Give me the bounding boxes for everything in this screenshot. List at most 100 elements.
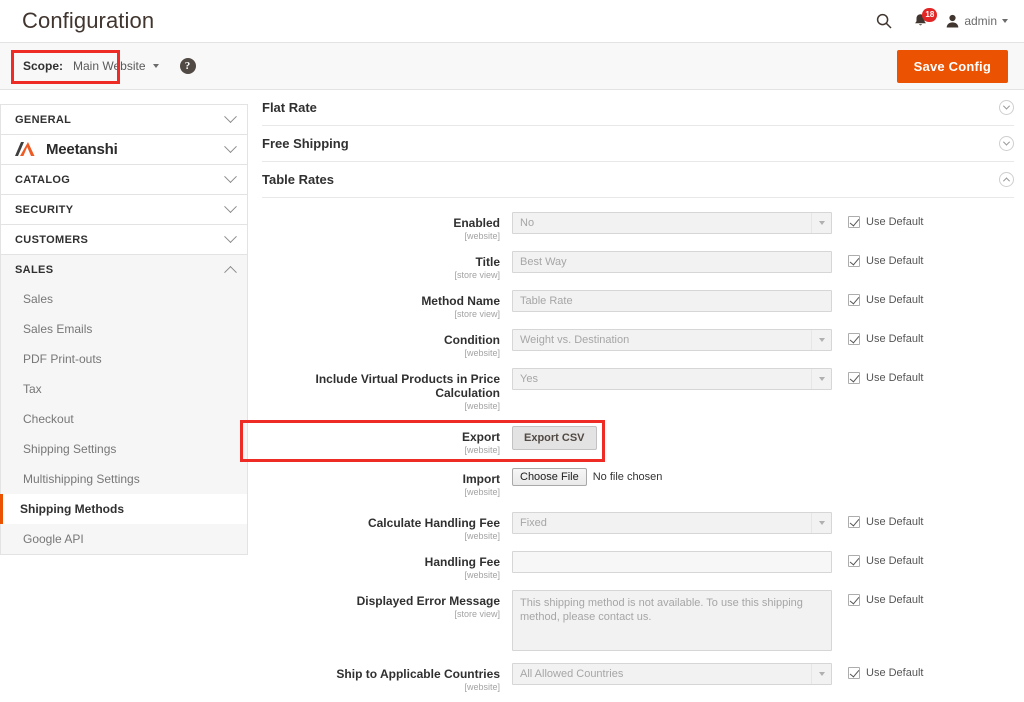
use-default-label: Use Default (866, 594, 924, 606)
sidebar-item-checkout[interactable]: Checkout (1, 404, 247, 434)
field-row-export: Export [website] Export CSV (262, 426, 1014, 456)
sidebar-item-label: Shipping Settings (23, 442, 117, 456)
field-label-handling-fee: Handling Fee [website] (424, 555, 500, 580)
section-header-table-rates[interactable]: Table Rates (262, 162, 1014, 198)
page-body: GENERAL Meetanshi CATALOG SECURITY CUSTO… (0, 90, 1024, 692)
use-default-checkbox[interactable] (848, 255, 860, 267)
config-sidebar: GENERAL Meetanshi CATALOG SECURITY CUSTO… (0, 90, 248, 555)
chevron-down-icon (224, 230, 237, 244)
chevron-down-icon (224, 110, 237, 124)
section-header-flat-rate[interactable]: Flat Rate (262, 90, 1014, 126)
chevron-down-icon (811, 369, 831, 389)
field-row-handling-fee: Handling Fee [website] Use Default (262, 551, 1014, 581)
sidebar-section-catalog[interactable]: CATALOG (0, 164, 248, 194)
user-avatar-icon (947, 14, 959, 28)
field-label-condition: Condition [website] (444, 333, 500, 358)
meetanshi-logo: Meetanshi (15, 141, 118, 158)
ship-to-applicable-countries-select[interactable]: All Allowed Countries (512, 663, 832, 685)
use-default-checkbox[interactable] (848, 516, 860, 528)
use-default-label: Use Default (866, 372, 924, 384)
section-title: Free Shipping (262, 136, 349, 151)
chevron-down-icon (152, 64, 159, 68)
export-csv-button[interactable]: Export CSV (512, 426, 597, 450)
sidebar-item-sales-emails[interactable]: Sales Emails (1, 314, 247, 344)
scope-switcher[interactable]: Scope: Main Website (14, 52, 168, 80)
scope-value-dropdown[interactable]: Main Website (73, 59, 159, 73)
sidebar-section-sales[interactable]: SALES (0, 254, 248, 284)
use-default-method-name[interactable]: Use Default (848, 290, 923, 306)
chevron-down-icon (1002, 19, 1008, 23)
search-icon[interactable] (874, 11, 894, 31)
sidebar-section-general[interactable]: GENERAL (0, 104, 248, 134)
use-default-label: Use Default (866, 516, 924, 528)
use-default-checkbox[interactable] (848, 594, 860, 606)
use-default-label: Use Default (866, 255, 924, 267)
sidebar-item-shipping-methods[interactable]: Shipping Methods (0, 494, 247, 524)
meetanshi-logo-icon (15, 142, 35, 156)
use-default-enabled[interactable]: Use Default (848, 212, 923, 228)
sidebar-item-label: Multishipping Settings (23, 472, 140, 486)
method-name-input[interactable]: Table Rate (512, 290, 832, 312)
sidebar-item-pdf-print-outs[interactable]: PDF Print-outs (1, 344, 247, 374)
chevron-up-icon (999, 172, 1014, 187)
field-row-import: Import [website] Choose File No file cho… (262, 468, 1014, 498)
field-row-displayed-error-message: Displayed Error Message [store view] Thi… (262, 590, 1014, 651)
field-label-displayed-error-message: Displayed Error Message [store view] (356, 594, 500, 619)
sidebar-section-label: SALES (15, 263, 54, 276)
use-default-checkbox[interactable] (848, 216, 860, 228)
field-control-import: Choose File No file chosen (512, 468, 832, 486)
field-control-calculate-handling-fee: Fixed (512, 512, 832, 534)
chevron-up-icon (224, 265, 237, 279)
use-default-handling-fee[interactable]: Use Default (848, 551, 923, 567)
include-virtual-products-select[interactable]: Yes (512, 368, 832, 390)
scope-bar: Scope: Main Website ? Save Config (0, 42, 1024, 90)
field-control-title: Best Way (512, 251, 832, 273)
enabled-select[interactable]: No (512, 212, 832, 234)
sidebar-section-customers[interactable]: CUSTOMERS (0, 224, 248, 254)
sidebar-item-google-api[interactable]: Google API (1, 524, 247, 554)
save-config-button[interactable]: Save Config (896, 49, 1008, 83)
use-default-checkbox[interactable] (848, 294, 860, 306)
use-default-label: Use Default (866, 667, 924, 679)
use-default-title[interactable]: Use Default (848, 251, 923, 267)
use-default-checkbox[interactable] (848, 667, 860, 679)
sidebar-item-tax[interactable]: Tax (1, 374, 247, 404)
help-question-icon[interactable]: ? (179, 58, 196, 74)
chevron-down-icon (811, 664, 831, 684)
notifications-bell-icon[interactable]: 18 (910, 8, 938, 31)
title-input[interactable]: Best Way (512, 251, 832, 273)
sidebar-item-shipping-settings[interactable]: Shipping Settings (1, 434, 247, 464)
use-default-checkbox[interactable] (848, 333, 860, 345)
use-default-checkbox[interactable] (848, 555, 860, 567)
choose-file-button[interactable]: Choose File (512, 468, 587, 486)
handling-fee-input[interactable] (512, 551, 832, 573)
sidebar-item-sales[interactable]: Sales (1, 284, 247, 314)
chevron-down-icon (811, 213, 831, 233)
sidebar-section-security[interactable]: SECURITY (0, 194, 248, 224)
sidebar-item-label: Sales (23, 292, 54, 306)
admin-user-menu[interactable]: admin (946, 14, 1008, 28)
field-control-displayed-error-message: This shipping method is not available. T… (512, 590, 832, 651)
section-header-free-shipping[interactable]: Free Shipping (262, 126, 1014, 162)
sidebar-item-label: PDF Print-outs (23, 352, 102, 366)
sidebar-item-label: Shipping Methods (20, 502, 124, 516)
displayed-error-message-textarea[interactable]: This shipping method is not available. T… (512, 590, 832, 651)
chevron-down-icon (999, 100, 1014, 115)
use-default-label: Use Default (866, 555, 924, 567)
table-rates-fieldset: Enabled [website] No Use Default Title [… (240, 198, 1014, 693)
use-default-include-virtual-products[interactable]: Use Default (848, 368, 923, 384)
use-default-checkbox[interactable] (848, 372, 860, 384)
sidebar-section-meetanshi[interactable]: Meetanshi (0, 134, 248, 164)
use-default-label: Use Default (866, 294, 924, 306)
condition-select[interactable]: Weight vs. Destination (512, 329, 832, 351)
sidebar-item-multishipping-settings[interactable]: Multishipping Settings (1, 464, 247, 494)
use-default-calculate-handling-fee[interactable]: Use Default (848, 512, 923, 528)
sidebar-item-label: Checkout (23, 412, 74, 426)
use-default-displayed-error-message[interactable]: Use Default (848, 590, 923, 606)
calculate-handling-fee-select[interactable]: Fixed (512, 512, 832, 534)
section-title: Flat Rate (262, 100, 317, 115)
use-default-ship-to-applicable-countries[interactable]: Use Default (848, 663, 923, 679)
sidebar-item-label: Tax (23, 382, 42, 396)
use-default-condition[interactable]: Use Default (848, 329, 923, 345)
field-row-include-virtual-products: Include Virtual Products in Price Calcul… (262, 368, 1014, 412)
